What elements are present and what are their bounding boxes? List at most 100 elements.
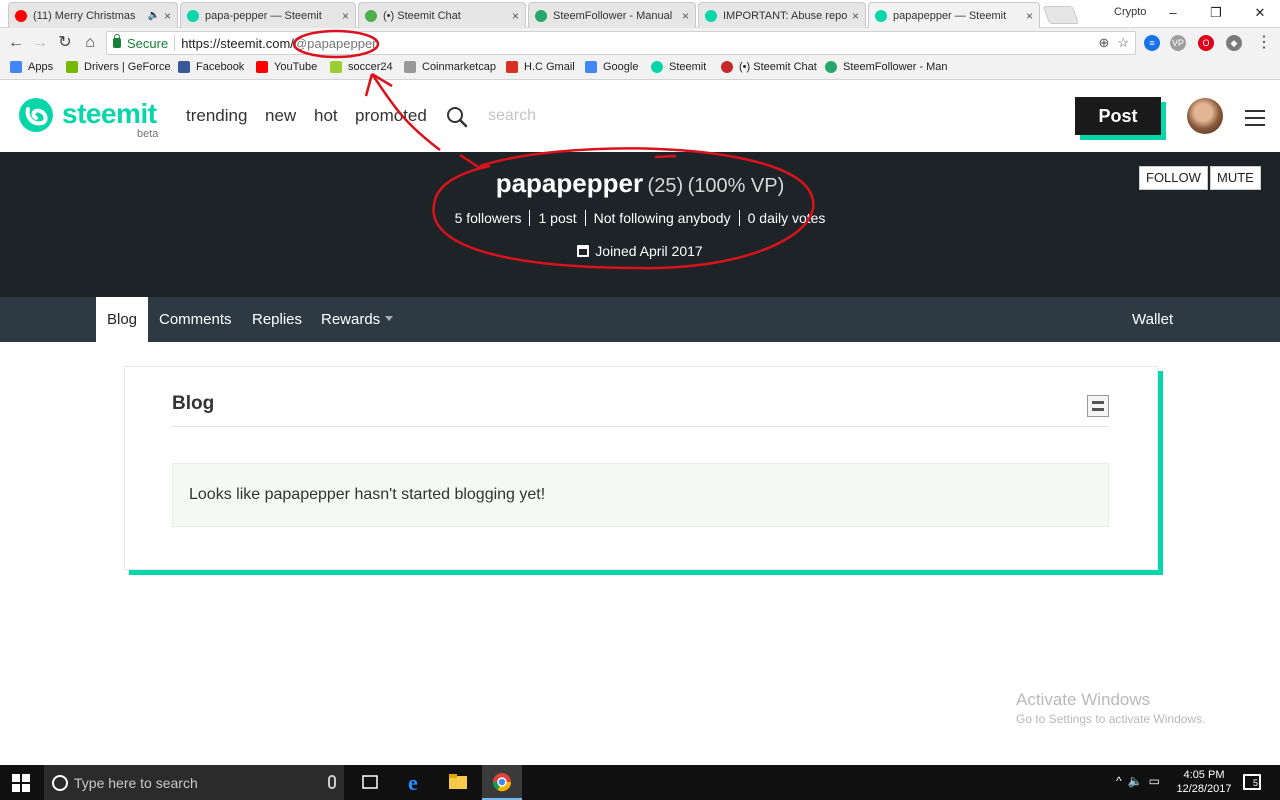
post-button[interactable]: Post bbox=[1075, 97, 1161, 135]
windows-start-icon[interactable] bbox=[12, 774, 30, 792]
bookmark-youtube[interactable]: YouTube bbox=[256, 61, 317, 73]
bookmark-gmail[interactable]: H.C Gmail bbox=[506, 61, 575, 73]
action-center-icon[interactable]: 5 bbox=[1243, 774, 1261, 790]
tab-replies[interactable]: Replies bbox=[241, 297, 313, 342]
tab-close-icon[interactable]: × bbox=[682, 9, 689, 23]
opera-extension-icon[interactable]: O bbox=[1198, 35, 1214, 51]
facebook-icon bbox=[178, 61, 190, 73]
tab-close-icon[interactable]: × bbox=[164, 9, 171, 23]
url-path: @papapepper bbox=[293, 35, 377, 51]
mute-button[interactable]: MUTE bbox=[1210, 166, 1261, 190]
youtube-favicon-icon bbox=[15, 9, 27, 22]
browser-tab[interactable]: papa-pepper — Steemit × bbox=[180, 2, 356, 28]
bookmark-facebook[interactable]: Facebook bbox=[178, 61, 244, 73]
search-icon[interactable] bbox=[446, 106, 468, 128]
home-icon[interactable]: ⌂ bbox=[80, 33, 100, 53]
minimize-icon[interactable]: – bbox=[1163, 4, 1183, 22]
chat-favicon-icon bbox=[365, 9, 377, 22]
tab-close-icon[interactable]: × bbox=[512, 9, 519, 23]
speaker-icon: 🔈 bbox=[147, 10, 160, 21]
browser-tab-active[interactable]: papapepper — Steemit × bbox=[868, 2, 1040, 28]
task-view-icon[interactable] bbox=[350, 765, 390, 800]
following-count[interactable]: Not following anybody bbox=[586, 210, 740, 226]
edge-icon[interactable]: e bbox=[396, 765, 436, 800]
volume-icon[interactable]: 🔈 bbox=[1128, 774, 1149, 788]
tab-title: papa-pepper — Steemit bbox=[205, 9, 322, 22]
bookmark-label: soccer24 bbox=[348, 61, 393, 73]
new-tab-button[interactable] bbox=[1042, 6, 1080, 24]
search-input[interactable] bbox=[488, 104, 648, 128]
tab-close-icon[interactable]: × bbox=[1026, 9, 1033, 23]
nav-trending[interactable]: trending bbox=[186, 106, 247, 126]
tray-chevron-icon[interactable]: ^ bbox=[1116, 774, 1128, 788]
nav-hot[interactable]: hot bbox=[314, 106, 338, 126]
bookmark-label: Coinmarketcap bbox=[422, 61, 496, 73]
browser-tab[interactable]: IMPORTANT: Abuse repo × bbox=[698, 2, 866, 28]
network-icon[interactable]: ▭ bbox=[1149, 774, 1166, 788]
browser-tab-strip: (11) Merry Christmas 🔈 × papa-pepper — S… bbox=[0, 0, 1280, 28]
steemit-logo-icon[interactable] bbox=[18, 97, 54, 133]
daily-votes: 0 daily votes bbox=[747, 210, 826, 226]
taskbar-clock[interactable]: 4:05 PM 12/28/2017 bbox=[1176, 768, 1232, 796]
tab-close-icon[interactable]: × bbox=[342, 9, 349, 23]
browser-tab[interactable]: (•) Steemit Chat × bbox=[358, 2, 526, 28]
browser-tab[interactable]: (11) Merry Christmas 🔈 × bbox=[8, 2, 178, 28]
follow-button[interactable]: FOLLOW bbox=[1139, 166, 1208, 190]
bookmark-geforce[interactable]: Drivers | GeForce bbox=[66, 61, 171, 73]
restore-icon[interactable]: ❐ bbox=[1206, 4, 1226, 22]
steemit-icon bbox=[651, 61, 663, 73]
back-arrow-icon[interactable]: ← bbox=[6, 33, 26, 53]
nav-new[interactable]: new bbox=[265, 106, 296, 126]
bookmark-label: Facebook bbox=[196, 61, 245, 73]
nav-promoted[interactable]: promoted bbox=[355, 106, 427, 126]
layout-toggle-icon[interactable] bbox=[1087, 395, 1109, 417]
post-count: 1 post bbox=[530, 210, 586, 226]
tab-comments[interactable]: Comments bbox=[148, 297, 243, 342]
user-avatar[interactable] bbox=[1187, 98, 1223, 134]
reload-icon[interactable]: ↻ bbox=[55, 33, 75, 53]
tab-blog[interactable]: Blog bbox=[96, 297, 149, 342]
bookmark-star-icon[interactable]: ☆ bbox=[1117, 35, 1129, 51]
logo-text[interactable]: steemit bbox=[62, 98, 157, 130]
hamburger-menu-icon[interactable] bbox=[1245, 110, 1265, 126]
address-bar[interactable]: Secure https://steemit.com/ @papapepper … bbox=[106, 31, 1136, 55]
caret-down-icon bbox=[385, 316, 394, 321]
clock-date: 12/28/2017 bbox=[1176, 783, 1232, 795]
chrome-menu-icon[interactable]: ⋮ bbox=[1254, 33, 1274, 53]
system-tray-icons[interactable]: ^🔈▭ bbox=[1116, 774, 1166, 788]
browser-tab[interactable]: SteemFollower - Manual × bbox=[528, 2, 696, 28]
cortana-icon bbox=[52, 774, 68, 791]
chrome-taskbar-icon[interactable] bbox=[482, 765, 522, 800]
bookmark-steemfollower[interactable]: SteemFollower - Man bbox=[825, 61, 948, 73]
google-icon bbox=[585, 61, 597, 73]
profile-tabs: Blog Comments Replies Rewards Wallet bbox=[0, 297, 1280, 342]
logo-beta-label: beta bbox=[137, 128, 159, 140]
bookmark-steemit[interactable]: Steemit bbox=[651, 61, 706, 73]
bookmark-label: (•) Steemit Chat bbox=[739, 61, 817, 73]
svg-text:e: e bbox=[408, 770, 418, 795]
tab-close-icon[interactable]: × bbox=[852, 9, 859, 23]
geforce-icon bbox=[66, 61, 78, 73]
taskbar-search-box[interactable]: Type here to search bbox=[44, 765, 344, 800]
tab-wallet[interactable]: Wallet bbox=[1121, 297, 1184, 342]
bookmark-soccer24[interactable]: soccer24 bbox=[330, 61, 393, 73]
vp-extension-icon[interactable]: VP bbox=[1170, 35, 1186, 51]
file-explorer-icon[interactable] bbox=[438, 765, 478, 800]
close-window-icon[interactable]: ✕ bbox=[1250, 4, 1270, 22]
browser-profile-label[interactable]: Crypto bbox=[1114, 6, 1146, 18]
tab-rewards[interactable]: Rewards bbox=[310, 297, 404, 342]
zoom-icon[interactable]: ⊕ bbox=[1098, 35, 1109, 51]
shield-extension-icon[interactable]: ◆ bbox=[1226, 35, 1242, 51]
steem-extension-icon[interactable]: ≡ bbox=[1144, 35, 1160, 51]
soccer24-icon bbox=[330, 61, 342, 73]
microphone-icon[interactable] bbox=[328, 775, 336, 789]
chat-icon bbox=[721, 61, 733, 73]
bookmark-steemit-chat[interactable]: (•) Steemit Chat bbox=[721, 61, 817, 73]
forward-arrow-icon[interactable]: → bbox=[30, 33, 50, 53]
tab-title: (11) Merry Christmas bbox=[33, 9, 136, 22]
url-host: https://steemit.com/ bbox=[181, 35, 294, 51]
bookmark-google[interactable]: Google bbox=[585, 61, 638, 73]
bookmark-apps[interactable]: Apps bbox=[10, 61, 53, 73]
followers-count[interactable]: 5 followers bbox=[447, 210, 531, 226]
bookmark-coinmarketcap[interactable]: Coinmarketcap bbox=[404, 61, 496, 73]
